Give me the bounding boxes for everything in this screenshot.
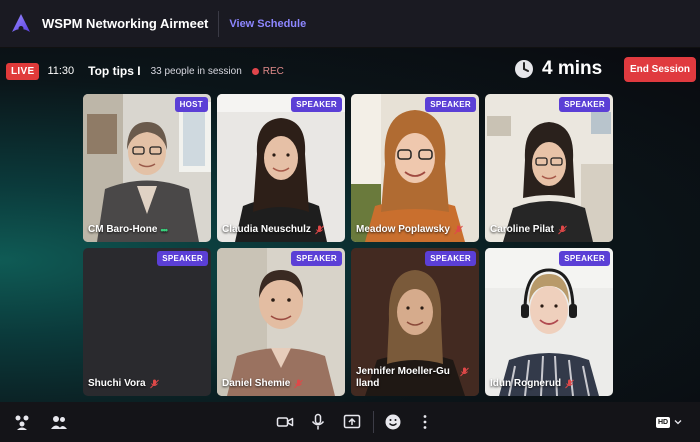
participant-tile[interactable]: SPEAKER Idun Rognerud — [485, 248, 613, 396]
header-divider — [218, 10, 220, 37]
people-count[interactable]: 33 people in session — [151, 66, 242, 77]
participant-name: CM Baro-Hone — [88, 224, 158, 235]
session-clock: 11:30 — [47, 65, 75, 77]
clock-icon — [515, 60, 533, 78]
role-badge: SPEAKER — [559, 251, 610, 266]
participant-tile[interactable]: SPEAKER Meadow Poplawsky — [351, 94, 479, 242]
participant-tile[interactable]: SPEAKER Caroline Pilat — [485, 94, 613, 242]
end-session-button[interactable]: End Session — [624, 57, 696, 82]
participant-name: Claudia Neuschulz — [222, 224, 311, 235]
camera-icon[interactable] — [274, 411, 296, 433]
participant-tile[interactable]: SPEAKER Shuchi Vora — [83, 248, 211, 396]
timer-text: 4 mins — [542, 58, 603, 79]
top-bar: WSPM Networking Airmeet View Schedule — [0, 0, 700, 48]
participant-video — [485, 94, 613, 242]
mic-muted-icon — [565, 379, 574, 389]
role-badge: SPEAKER — [291, 251, 342, 266]
view-schedule-link[interactable]: View Schedule — [229, 18, 306, 30]
role-badge: HOST — [174, 97, 208, 112]
participant-name-row: Meadow Poplawsky — [356, 224, 475, 236]
role-badge: SPEAKER — [291, 97, 342, 112]
mic-muted-icon — [294, 379, 304, 389]
participant-video — [217, 248, 345, 396]
bottom-toolbar: HD — [0, 402, 700, 442]
participant-name: Idun Rognerud — [490, 378, 562, 389]
session-title: Top tips I — [88, 64, 141, 78]
people-network-icon[interactable] — [11, 411, 33, 433]
share-screen-icon[interactable] — [341, 411, 363, 433]
participant-name: Daniel Shemie — [222, 378, 291, 389]
rec-label: REC — [262, 65, 284, 77]
participant-name-row: Shuchi Vora — [88, 378, 207, 390]
mic-muted-icon — [460, 367, 469, 377]
airmeet-logo-icon — [12, 13, 30, 32]
participant-name-row: CM Baro-Hone ••• — [88, 224, 207, 236]
mic-muted-icon — [558, 225, 567, 235]
participant-name: Shuchi Vora — [88, 378, 146, 389]
speaking-indicator-icon: ••• — [160, 225, 168, 235]
role-badge: SPEAKER — [559, 97, 610, 112]
participant-name: Meadow Poplawsky — [356, 224, 450, 235]
rec-dot-icon — [251, 67, 259, 75]
participant-tile[interactable]: SPEAKER Claudia Neuschulz — [217, 94, 345, 242]
participant-tile[interactable]: SPEAKER Jennifer Moeller-Gu lland — [351, 248, 479, 396]
participants-icon[interactable] — [48, 411, 70, 433]
live-badge: LIVE — [6, 62, 40, 80]
participant-name: Jennifer Moeller-Gu lland — [356, 366, 450, 389]
role-badge: SPEAKER — [425, 251, 476, 266]
microphone-icon[interactable] — [307, 411, 329, 433]
participant-tile[interactable]: SPEAKER Daniel Shemie — [217, 248, 345, 396]
participant-name: Caroline Pilat — [490, 224, 554, 235]
video-quality-button[interactable]: HD — [656, 412, 686, 432]
event-title: WSPM Networking Airmeet — [42, 16, 209, 31]
participant-video — [217, 94, 345, 242]
participant-video — [351, 94, 479, 242]
participant-tile[interactable]: HOST CM Baro-Hone ••• — [83, 94, 211, 242]
mic-muted-icon — [315, 225, 324, 235]
mic-muted-icon — [454, 225, 463, 235]
participant-name-row: Jennifer Moeller-Gu lland — [356, 366, 475, 390]
participant-name-row: Caroline Pilat — [490, 224, 609, 236]
role-badge: SPEAKER — [157, 251, 208, 266]
participant-video — [485, 248, 613, 396]
toolbar-divider — [373, 411, 374, 433]
participant-video — [83, 94, 211, 242]
chevron-down-icon — [674, 420, 682, 425]
emoji-icon[interactable] — [382, 411, 404, 433]
role-badge: SPEAKER — [425, 97, 476, 112]
more-options-icon[interactable] — [414, 411, 436, 433]
participant-name-row: Idun Rognerud — [490, 378, 609, 390]
hd-badge: HD — [656, 416, 671, 428]
mic-muted-icon — [149, 379, 159, 389]
participant-name-row: Daniel Shemie — [222, 378, 341, 390]
participant-name-row: Claudia Neuschulz — [222, 224, 341, 236]
session-timer: 4 mins — [514, 58, 602, 80]
